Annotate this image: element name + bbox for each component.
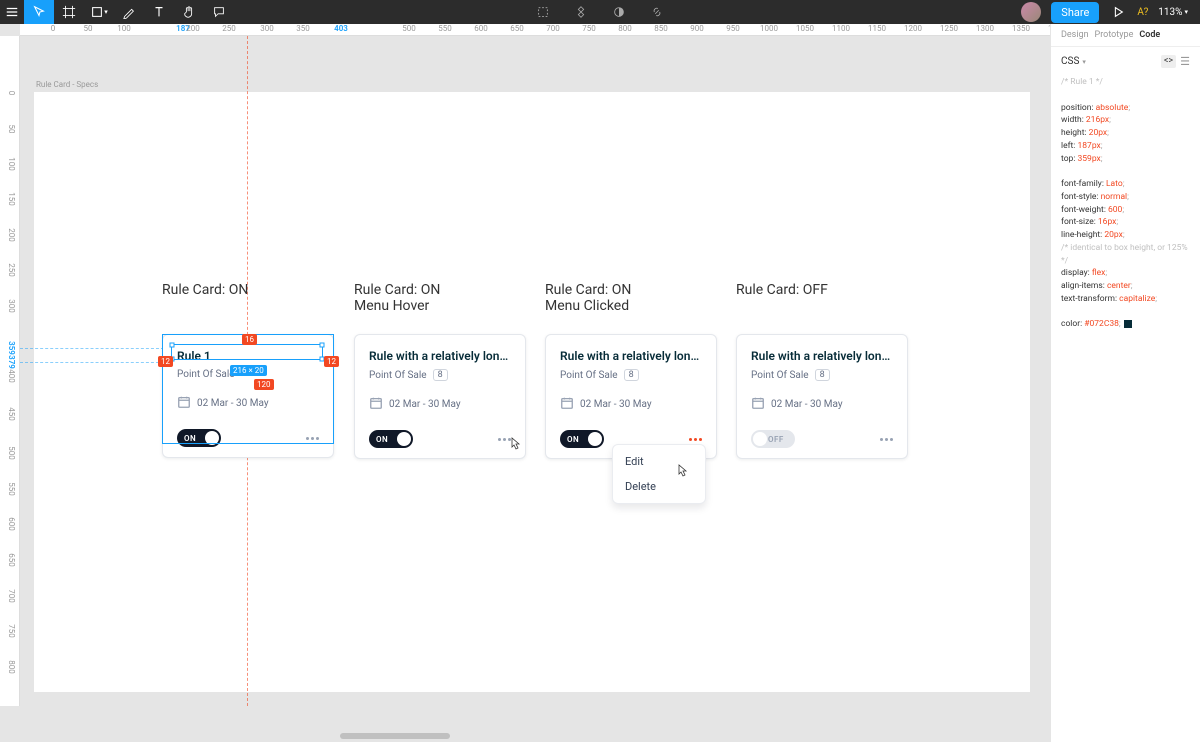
card-subtitle: Point Of Sale	[560, 370, 618, 381]
link-icon[interactable]	[642, 0, 672, 24]
css-dropdown[interactable]: CSS▾	[1061, 56, 1086, 67]
tab-design[interactable]: Design	[1061, 30, 1089, 40]
move-tool-icon[interactable]	[24, 0, 54, 24]
tab-code[interactable]: Code	[1139, 30, 1160, 40]
hamburger-menu-icon[interactable]	[0, 0, 24, 24]
card-title: Rule with a relatively long na...	[369, 349, 511, 363]
resize-icon[interactable]	[528, 0, 558, 24]
count-badge: 8	[624, 369, 639, 381]
shape-tool-icon[interactable]: ▾	[84, 0, 114, 24]
panel-tabs: Design Prototype Code	[1051, 24, 1200, 47]
list-icon[interactable]: ☰	[1180, 55, 1190, 68]
card-title: Rule with a relatively long na...	[751, 349, 893, 363]
inspect-panel: Design Prototype Code CSS▾ <> ☰ /* Rule …	[1050, 24, 1200, 742]
date-range: 02 Mar - 30 May	[771, 399, 843, 410]
rule-card: Rule with a relatively long na... Point O…	[354, 334, 526, 459]
count-badge: 8	[815, 369, 830, 381]
toggle-switch[interactable]: OFF	[751, 430, 795, 448]
dimension-badge: 12	[158, 356, 173, 367]
cursor-icon	[673, 463, 689, 479]
card-subtitle: Point Of Sale	[369, 370, 427, 381]
date-range: 02 Mar - 30 May	[580, 399, 652, 410]
cursor-icon	[506, 436, 522, 452]
guide-horizontal	[20, 362, 164, 363]
css-code[interactable]: /* Rule 1 */ position: absolute; width: …	[1051, 76, 1200, 331]
section-title: Rule Card: ON Menu Clicked	[545, 282, 631, 314]
frame-tool-icon[interactable]	[54, 0, 84, 24]
section-title: Rule Card: ON	[162, 282, 248, 298]
card-title: Rule with a relatively long na...	[560, 349, 702, 363]
avatar[interactable]	[1021, 2, 1041, 22]
share-button[interactable]: Share	[1051, 2, 1099, 23]
more-icon[interactable]	[880, 438, 893, 441]
missing-fonts-badge[interactable]: A?	[1137, 7, 1148, 18]
pen-tool-icon[interactable]	[114, 0, 144, 24]
hand-tool-icon[interactable]	[174, 0, 204, 24]
code-icon[interactable]: <>	[1161, 55, 1176, 68]
top-toolbar: ▾ Share A? 113%▾	[0, 0, 1200, 24]
toggle-switch[interactable]: ON	[560, 430, 604, 448]
calendar-icon	[560, 395, 574, 414]
dimension-badge: 16	[242, 334, 257, 345]
comment-tool-icon[interactable]	[204, 0, 234, 24]
menu-item-delete[interactable]: Delete	[613, 474, 705, 499]
rule-card: Rule with a relatively long na... Point O…	[736, 334, 908, 459]
toggle-switch[interactable]: ON	[369, 430, 413, 448]
rule-card: Rule with a relatively long na... Point O…	[545, 334, 717, 459]
guide-horizontal	[20, 348, 164, 349]
count-badge: 8	[433, 369, 448, 381]
horizontal-ruler: 0501001872002503003504035005506006507007…	[20, 24, 1050, 36]
vertical-ruler: 0501001502002503003593794004505005506006…	[0, 36, 20, 706]
more-icon[interactable]	[689, 438, 702, 441]
section-title: Rule Card: OFF	[736, 282, 828, 298]
selection-box-inner	[171, 344, 323, 360]
present-icon[interactable]	[1109, 0, 1127, 24]
zoom-level[interactable]: 113%▾	[1158, 7, 1188, 18]
calendar-icon	[369, 395, 383, 414]
frame-label: Rule Card - Specs	[36, 80, 98, 89]
calendar-icon	[751, 395, 765, 414]
card-subtitle: Point Of Sale	[751, 370, 809, 381]
size-badge: 216 × 20	[230, 365, 267, 376]
component-icon[interactable]	[566, 0, 596, 24]
section-title: Rule Card: ON Menu Hover	[354, 282, 440, 314]
text-tool-icon[interactable]	[144, 0, 174, 24]
context-menu: Edit Delete	[612, 444, 706, 504]
dimension-badge: 120	[254, 379, 274, 390]
mask-icon[interactable]	[604, 0, 634, 24]
canvas[interactable]: Rule Card - Specs Rule Card: ON Rule Card…	[20, 36, 1050, 706]
menu-item-edit[interactable]: Edit	[613, 449, 705, 474]
tab-prototype[interactable]: Prototype	[1095, 30, 1134, 40]
date-range: 02 Mar - 30 May	[389, 399, 461, 410]
dimension-badge: 12	[324, 356, 339, 367]
scrollbar-horizontal[interactable]	[340, 733, 450, 739]
